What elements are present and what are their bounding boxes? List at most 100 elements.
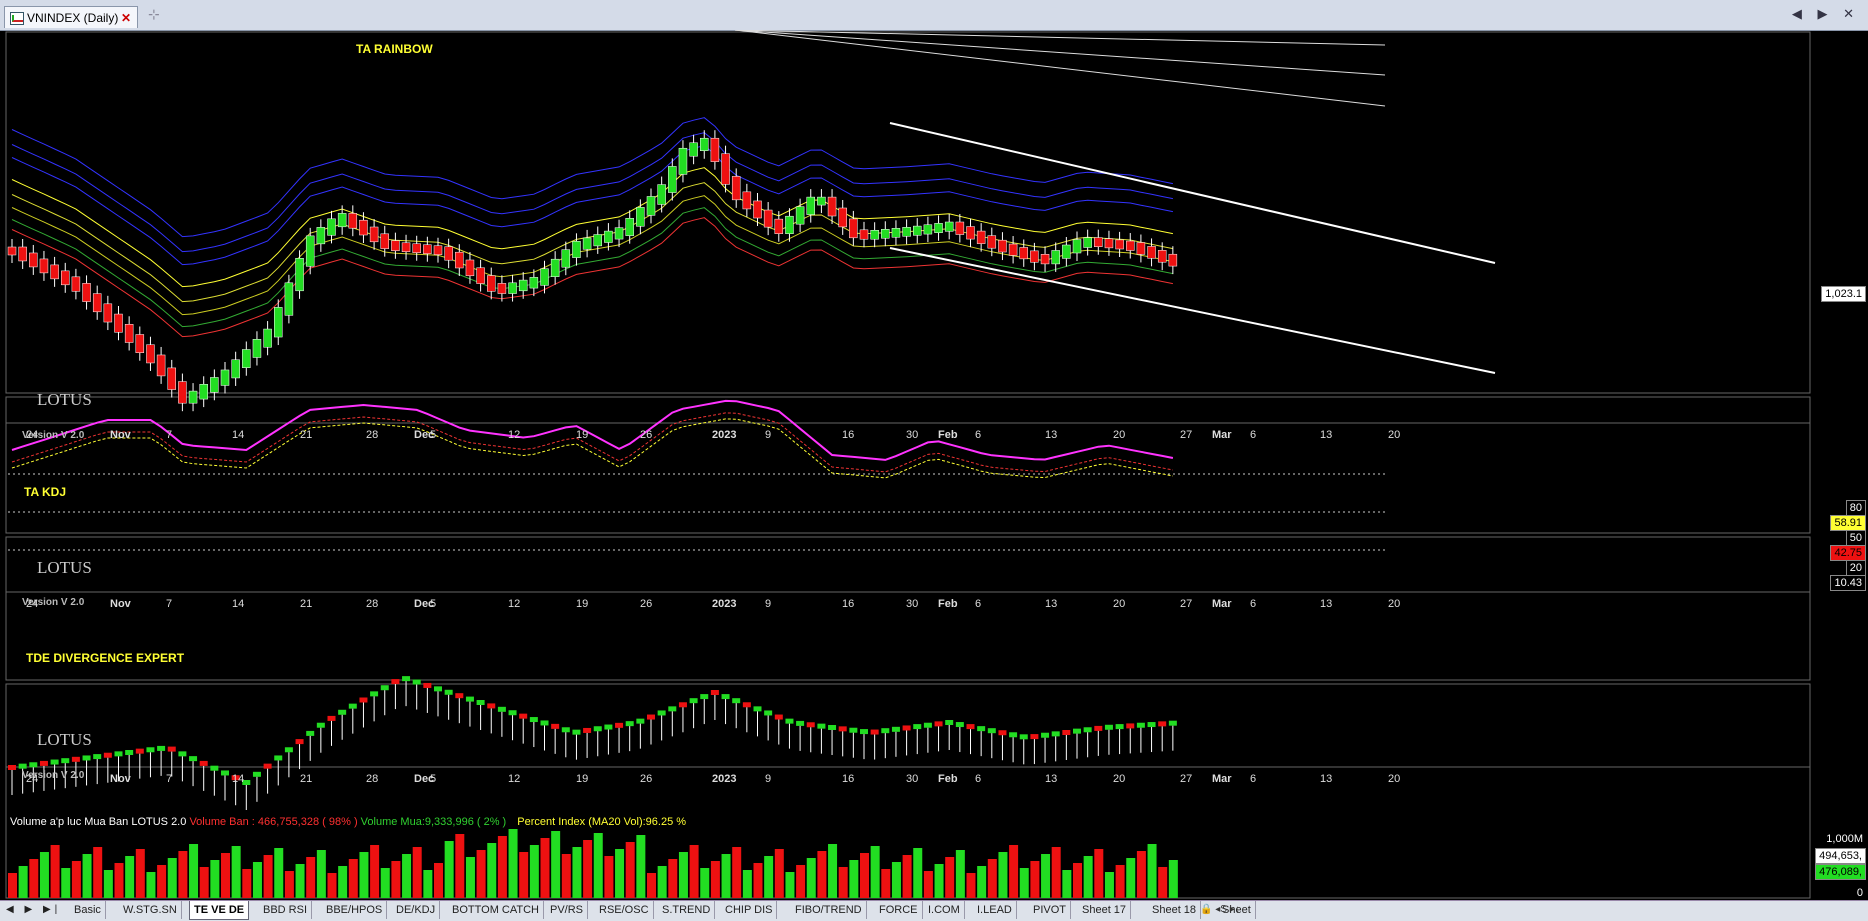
divergence-bar <box>465 696 474 702</box>
candle-body <box>263 328 272 348</box>
divergence-bar <box>39 760 48 766</box>
divergence-bar <box>710 690 719 695</box>
divergence-bar <box>199 760 208 766</box>
candle-body <box>689 142 698 157</box>
divergence-bar <box>1136 722 1145 728</box>
sheet-tab[interactable]: CHIP DIS <box>721 901 778 919</box>
date-tick: 12 <box>508 429 521 441</box>
close-icon[interactable]: ✕ <box>121 7 131 29</box>
sheet-tab[interactable]: Basic <box>70 901 106 919</box>
candle-body <box>92 293 102 313</box>
candle-body <box>1168 253 1178 267</box>
chart-area[interactable] <box>0 30 1868 900</box>
date-tick: 20 <box>1388 429 1401 441</box>
divergence-bar <box>625 721 634 727</box>
divergence-bar <box>1147 722 1156 728</box>
volume-bar <box>316 850 326 898</box>
candle-body <box>1104 238 1114 249</box>
volume-bar <box>338 866 348 898</box>
sheet-tab[interactable]: S.TREND <box>658 901 716 919</box>
volume-bar <box>529 845 539 898</box>
candle-body <box>114 313 123 333</box>
volume-bar <box>71 861 81 898</box>
divergence-bar <box>668 706 677 712</box>
sheet-tab[interactable]: RSE/OSC <box>595 901 654 919</box>
volume-bar <box>604 856 614 898</box>
candle-body <box>529 277 539 289</box>
sheet-nav-icons[interactable]: ◀ ▶ ▶| <box>6 904 61 915</box>
date-tick: Nov <box>110 773 131 785</box>
volume-bar <box>39 852 49 898</box>
sheet-tab[interactable]: FIBO/TREND <box>791 901 867 919</box>
volume-bar <box>444 841 454 898</box>
divergence-bar <box>913 724 922 730</box>
sheet-tab[interactable]: W.STG.SN <box>119 901 182 919</box>
divergence-bar <box>1104 724 1113 730</box>
candle-body <box>625 218 634 236</box>
sheet-tab[interactable]: BBD RSI <box>259 901 313 919</box>
date-tick: 14 <box>232 773 245 785</box>
candle-body <box>18 246 27 262</box>
sheet-extra-icons[interactable]: 🔒 ◂S ▸↓ <box>1200 904 1240 915</box>
chart-tab[interactable]: VNINDEX (Daily) ✕ <box>4 6 138 28</box>
volume-bar <box>647 873 656 898</box>
sheet-tab[interactable]: DE/KDJ <box>392 901 441 919</box>
date-tick: 28 <box>366 598 379 610</box>
volume-bar <box>274 848 284 898</box>
sheet-tab[interactable]: BOTTOM CATCH <box>448 901 544 919</box>
candle-body <box>71 276 81 292</box>
volume-bar <box>1051 847 1061 898</box>
date-tick: 27 <box>1180 773 1193 785</box>
divergence-bar <box>263 763 272 769</box>
kdj-j-value: 10.43 <box>1830 575 1866 591</box>
tab-nav-icons[interactable]: ◀ ▶ ✕ <box>1792 6 1860 22</box>
date-tick: 13 <box>1045 429 1058 441</box>
sheet-tab[interactable]: PIVOT <box>1029 901 1072 919</box>
date-tick: 12 <box>508 773 521 785</box>
divergence-bar <box>561 727 570 733</box>
divergence-bar <box>519 713 528 719</box>
percent-index: Percent Index (MA20 Vol):96.25 % <box>517 816 687 828</box>
sheet-tab[interactable]: Sheet 17 <box>1078 901 1132 919</box>
candle-body <box>252 339 262 358</box>
candle-body <box>423 244 432 254</box>
volume-bar <box>434 863 443 898</box>
divergence-bar <box>828 725 837 730</box>
candle-body <box>593 234 602 247</box>
candle-body <box>1062 244 1071 259</box>
sheet-tab[interactable]: FORCE <box>875 901 923 919</box>
date-tick: 7 <box>166 773 173 785</box>
sheet-tab[interactable]: PV/RS <box>546 901 589 919</box>
candle-body <box>465 259 475 277</box>
volume-bar <box>966 873 976 898</box>
sheet-tab[interactable]: I.COM <box>924 901 965 919</box>
volume-bar <box>167 858 177 898</box>
volume-bar <box>8 873 17 898</box>
candle-body <box>710 137 720 162</box>
divergence-bar <box>93 754 102 760</box>
candle-body <box>146 344 155 364</box>
date-tick: 6 <box>1250 429 1257 441</box>
date-tick: 6 <box>975 429 982 441</box>
date-tick: 27 <box>1180 429 1193 441</box>
volume-bar <box>93 847 103 898</box>
divergence-bar <box>1073 728 1081 734</box>
date-tick: 5 <box>430 773 437 785</box>
divergence-bar <box>135 748 144 754</box>
candle-body <box>433 245 443 255</box>
sheet-tab[interactable]: TE VE DE <box>189 901 250 920</box>
candle-body <box>561 249 571 268</box>
candle-body <box>678 147 688 175</box>
volume-bar <box>1030 861 1040 898</box>
sheet-tab[interactable]: Sheet 18 <box>1148 901 1202 919</box>
date-tick: 16 <box>842 429 855 441</box>
pin-icon[interactable]: ⊹ <box>148 6 160 23</box>
volume-bar <box>891 862 901 898</box>
candle-body <box>668 166 677 193</box>
date-tick: 20 <box>1388 598 1401 610</box>
sheet-tab[interactable]: BBE/HPOS <box>322 901 388 919</box>
sheet-tab[interactable]: I.LEAD <box>973 901 1017 919</box>
divergence-bar <box>316 722 325 728</box>
volume-bar <box>476 850 486 898</box>
candle-body <box>614 227 624 240</box>
